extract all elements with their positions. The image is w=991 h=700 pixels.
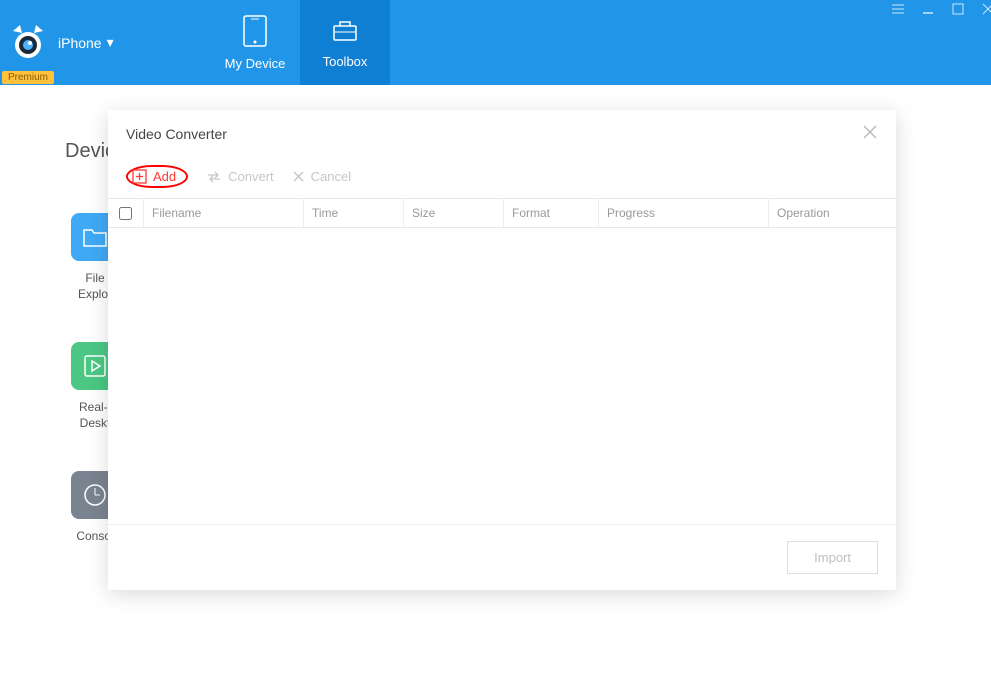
convert-icon — [206, 170, 222, 184]
convert-label: Convert — [228, 169, 274, 184]
column-select-all[interactable] — [108, 199, 144, 227]
column-time[interactable]: Time — [304, 199, 404, 227]
tablet-icon — [241, 14, 269, 48]
close-icon[interactable] — [981, 2, 991, 21]
video-converter-modal: Video Converter Add Convert Cancel Filen… — [108, 110, 896, 590]
column-format[interactable]: Format — [504, 199, 599, 227]
maximize-icon[interactable] — [951, 2, 965, 21]
modal-footer: Import — [108, 524, 896, 590]
top-bar: iPhone ▾ Premium My Device Toolbox — [0, 0, 991, 85]
add-button[interactable]: Add — [132, 169, 176, 184]
device-name: iPhone — [58, 35, 102, 51]
app-logo-icon — [8, 23, 48, 63]
table-body — [108, 228, 896, 524]
premium-badge: Premium — [2, 71, 54, 84]
dropdown-icon: ▾ — [107, 34, 114, 51]
column-progress[interactable]: Progress — [599, 199, 769, 227]
modal-toolbar: Add Convert Cancel — [108, 157, 896, 198]
window-controls — [891, 2, 991, 21]
column-size[interactable]: Size — [404, 199, 504, 227]
cancel-icon — [292, 170, 305, 183]
column-filename[interactable]: Filename — [144, 199, 304, 227]
tab-my-device[interactable]: My Device — [210, 0, 300, 85]
import-button[interactable]: Import — [787, 541, 878, 574]
cancel-label: Cancel — [311, 169, 351, 184]
logo-block: iPhone ▾ Premium — [0, 23, 114, 63]
tab-toolbox[interactable]: Toolbox — [300, 0, 390, 85]
add-highlight-annotation: Add — [126, 165, 188, 188]
cancel-button[interactable]: Cancel — [292, 169, 351, 184]
modal-header: Video Converter — [108, 110, 896, 157]
tab-label: My Device — [225, 56, 286, 71]
plus-icon — [132, 169, 147, 184]
add-label: Add — [153, 169, 176, 184]
modal-title: Video Converter — [126, 126, 227, 142]
table-header: Filename Time Size Format Progress Opera… — [108, 198, 896, 228]
toolbox-icon — [330, 16, 360, 46]
minimize-icon[interactable] — [921, 2, 935, 21]
menu-icon[interactable] — [891, 2, 905, 21]
convert-button[interactable]: Convert — [206, 169, 274, 184]
close-icon[interactable] — [862, 124, 878, 143]
column-operation[interactable]: Operation — [769, 199, 896, 227]
device-selector[interactable]: iPhone ▾ — [58, 34, 114, 51]
select-all-checkbox[interactable] — [119, 207, 132, 220]
tab-label: Toolbox — [323, 54, 368, 69]
main-tabs: My Device Toolbox — [210, 0, 390, 85]
